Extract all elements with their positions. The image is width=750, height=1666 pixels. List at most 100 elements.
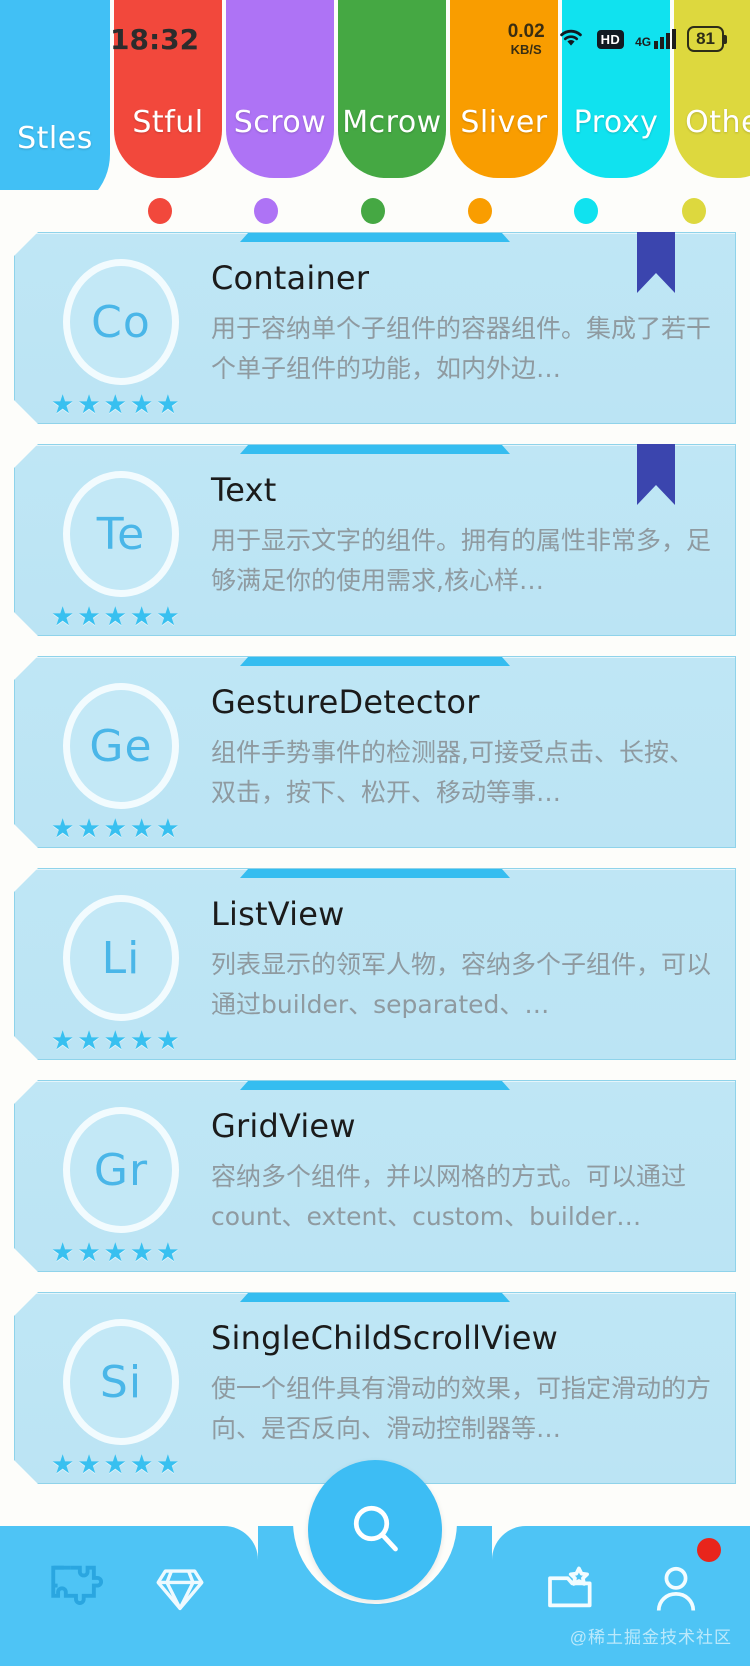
component-card[interactable]: Si ★ ★ ★ ★ ★ SingleChildScrollView 使一个组件具有滑动的效果… xyxy=(14,1292,736,1484)
tab-dot-stles[interactable] xyxy=(0,198,105,224)
card-title: GestureDetector xyxy=(211,683,480,721)
star-icon: ★ xyxy=(129,1237,154,1267)
card-title: SingleChildScrollView xyxy=(211,1319,558,1357)
person-icon[interactable] xyxy=(645,1538,721,1620)
star-icon: ★ xyxy=(156,389,180,419)
avatar: Co xyxy=(63,259,179,385)
tab-stles[interactable]: Stles xyxy=(0,0,110,190)
star-icon: ★ xyxy=(77,1237,101,1267)
avatar: Ge xyxy=(63,683,179,809)
tab-scrow[interactable]: Scrow xyxy=(226,0,334,178)
star-icon: ★ xyxy=(51,601,75,631)
rating-stars: ★ ★ ★ ★ ★ xyxy=(51,1451,180,1477)
card-body: GestureDetector 组件手势事件的检测器,可接受点击、长按、双击，按下… xyxy=(211,683,711,813)
rating-stars: ★ ★ ★ ★ ★ xyxy=(51,391,180,417)
tab-label: Scrow xyxy=(233,105,327,140)
diamond-icon[interactable] xyxy=(149,1558,211,1620)
component-card[interactable]: Co ★ ★ ★ ★ ★ Container 用于容纳单个子组件的容器组件。集成了若干个单子组… xyxy=(14,232,736,424)
card-body: GridView 容纳多个组件，并以网格的方式。可以通过count、extent、… xyxy=(211,1107,711,1237)
card-description: 列表显示的领军人物，容纳多个子组件，可以通过builder、separated、… xyxy=(211,950,711,1019)
star-icon: ★ xyxy=(129,813,154,843)
tab-dot-scrow[interactable] xyxy=(215,198,318,224)
tab-sliver[interactable]: Sliver xyxy=(450,0,558,178)
tab-indicator-dots xyxy=(0,190,750,232)
card-accent-bar xyxy=(240,657,510,666)
nav-left-group xyxy=(0,1526,258,1666)
rating-stars: ★ ★ ★ ★ ★ xyxy=(51,1239,180,1265)
tab-bar: StlesStfulScrowMcrowSliverProxyOther 18:… xyxy=(0,0,750,190)
tab-stful[interactable]: Stful xyxy=(114,0,222,178)
tab-dot-sliver[interactable] xyxy=(428,198,531,224)
avatar-label: Ge xyxy=(89,720,153,772)
avatar-label: Te xyxy=(96,508,146,560)
star-icon: ★ xyxy=(77,1449,101,1479)
star-icon: ★ xyxy=(77,389,101,419)
star-icon: ★ xyxy=(51,1025,75,1055)
star-icon: ★ xyxy=(156,1449,180,1479)
rating-stars: ★ ★ ★ ★ ★ xyxy=(51,1027,180,1053)
star-icon: ★ xyxy=(129,601,154,631)
tab-dot-mcrow[interactable] xyxy=(322,198,425,224)
avatar-label: Co xyxy=(91,296,151,348)
puzzle-icon[interactable] xyxy=(44,1558,106,1620)
card-description: 组件手势事件的检测器,可接受点击、长按、双击，按下、松开、移动等事… xyxy=(211,738,694,807)
card-title: ListView xyxy=(211,895,345,933)
dot-indicator xyxy=(147,198,172,224)
card-title: Text xyxy=(211,471,277,509)
card-accent-bar xyxy=(240,869,510,878)
star-icon: ★ xyxy=(77,813,101,843)
card-description: 用于容纳单个子组件的容器组件。集成了若干个单子组件的功能，如内外边… xyxy=(211,314,711,383)
card-description: 使一个组件具有滑动的效果，可指定滑动的方向、是否反向、滑动控制器等… xyxy=(211,1374,711,1443)
star-icon: ★ xyxy=(51,813,75,843)
tab-label: Stles xyxy=(17,121,93,156)
card-body: Text 用于显示文字的组件。拥有的属性非常多，足够满足你的使用需求,核心样… xyxy=(211,471,711,601)
tab-mcrow[interactable]: Mcrow xyxy=(338,0,446,178)
tab-label: Proxy xyxy=(573,105,659,140)
avatar-label: Gr xyxy=(93,1144,149,1196)
star-icon: ★ xyxy=(129,1025,154,1055)
star-icon: ★ xyxy=(129,389,154,419)
dot-indicator xyxy=(40,198,64,224)
card-accent-bar xyxy=(240,233,510,242)
tab-label: Stful xyxy=(132,105,204,140)
folder-star-icon[interactable] xyxy=(540,1558,602,1620)
tab-dot-proxy[interactable] xyxy=(535,198,638,224)
card-accent-bar xyxy=(240,1293,510,1302)
dot-indicator xyxy=(360,198,385,224)
component-card[interactable]: Li ★ ★ ★ ★ ★ ListView 列表显示的领军人物，容纳多个子组件，可以通过bui… xyxy=(14,868,736,1060)
star-icon: ★ xyxy=(51,389,75,419)
star-icon: ★ xyxy=(156,813,180,843)
card-description: 容纳多个组件，并以网格的方式。可以通过count、extent、custom、b… xyxy=(211,1162,687,1231)
search-fab-button[interactable] xyxy=(308,1460,442,1600)
tab-other[interactable]: Other xyxy=(674,0,750,178)
tab-dot-stful[interactable] xyxy=(109,198,212,224)
avatar-label: Si xyxy=(99,1356,143,1408)
dot-indicator xyxy=(254,198,279,224)
tab-dot-other[interactable] xyxy=(641,198,746,224)
dot-indicator xyxy=(681,198,706,224)
card-accent-bar xyxy=(240,1081,510,1090)
star-icon: ★ xyxy=(129,1449,154,1479)
star-icon: ★ xyxy=(103,601,127,631)
nav-right-group xyxy=(492,1526,750,1666)
star-icon: ★ xyxy=(103,389,127,419)
star-icon: ★ xyxy=(156,1025,180,1055)
card-title: GridView xyxy=(211,1107,356,1145)
avatar: Li xyxy=(63,895,179,1021)
dot-indicator xyxy=(467,198,492,224)
star-icon: ★ xyxy=(103,1025,127,1055)
star-icon: ★ xyxy=(103,1237,127,1267)
dot-indicator xyxy=(574,198,599,224)
component-card[interactable]: Te ★ ★ ★ ★ ★ Text 用于显示文字的组件。拥有的属性非常多，足够满足你的使用需求… xyxy=(14,444,736,636)
card-body: SingleChildScrollView 使一个组件具有滑动的效果，可指定滑动的… xyxy=(211,1319,711,1449)
tab-label: Mcrow xyxy=(342,105,442,140)
avatar: Gr xyxy=(63,1107,179,1233)
tab-proxy[interactable]: Proxy xyxy=(562,0,670,178)
component-card[interactable]: Gr ★ ★ ★ ★ ★ GridView 容纳多个组件，并以网格的方式。可以通过count、… xyxy=(14,1080,736,1272)
component-card[interactable]: Ge ★ ★ ★ ★ ★ GestureDetector 组件手势事件的检测器,可接受点击、长… xyxy=(14,656,736,848)
card-accent-bar xyxy=(240,445,510,454)
notification-badge xyxy=(696,1538,721,1562)
star-icon: ★ xyxy=(103,1449,127,1479)
tab-label: Other xyxy=(685,105,750,140)
component-list[interactable]: Co ★ ★ ★ ★ ★ Container 用于容纳单个子组件的容器组件。集成了若干个单子组… xyxy=(0,232,750,1666)
